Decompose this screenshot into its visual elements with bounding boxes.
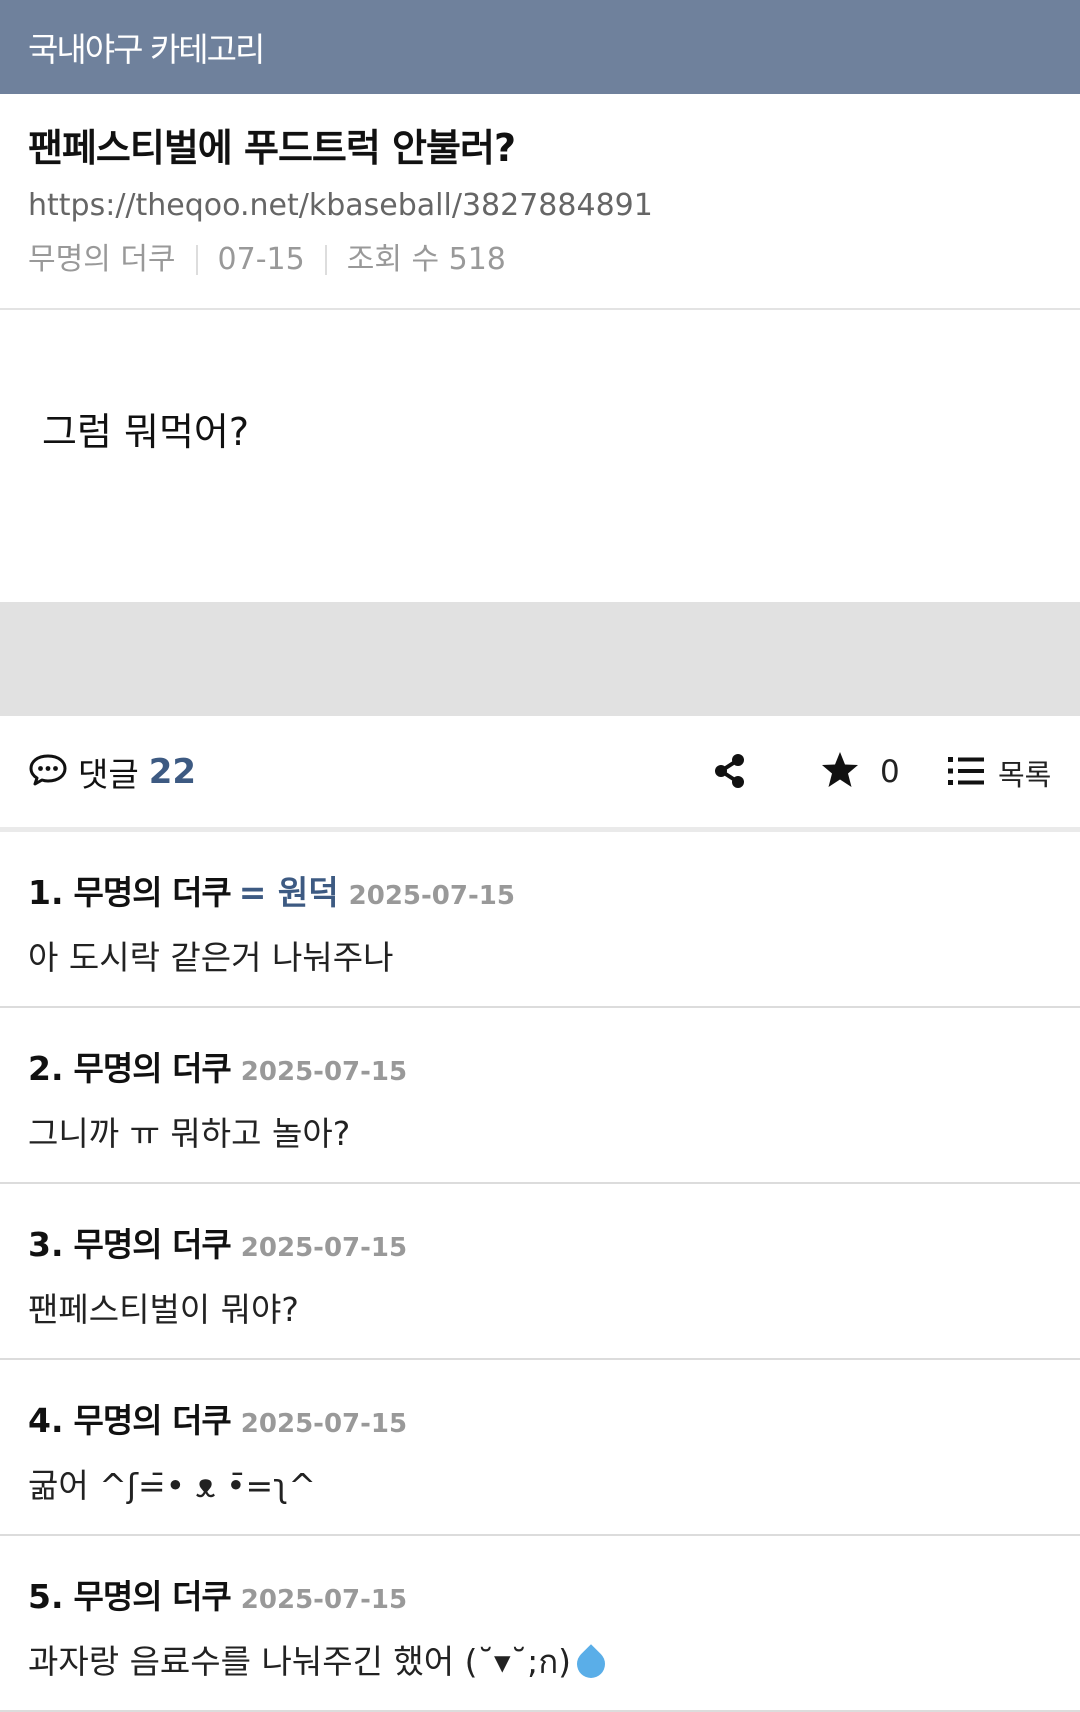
post-body-text: 그럼 뭐먹어? xyxy=(42,410,250,454)
post-date: 07-15 xyxy=(217,242,305,277)
comment-text: 과자랑 음료수를 나눠주긴 했어 (˘▾˘;ก) xyxy=(28,1642,572,1681)
list-icon xyxy=(948,755,984,791)
comment-item: 2. 무명의 더쿠 2025-07-15 그니까 ㅠ 뭐하고 놀아? xyxy=(0,1008,1080,1184)
post-meta: 무명의 더쿠 07-15 조회 수 518 xyxy=(28,240,1052,280)
comment-date: 2025-07-15 xyxy=(240,1057,408,1087)
comment-text-row: 과자랑 음료수를 나눠주긴 했어 (˘▾˘;ก) xyxy=(28,1640,1052,1684)
post-toolbar: 댓글 22 0 목록 xyxy=(0,716,1080,832)
comment-text: 그니까 ㅠ 뭐하고 놀아? xyxy=(28,1114,351,1153)
favorite-button[interactable]: 0 xyxy=(820,750,900,794)
comment-date: 2025-07-15 xyxy=(348,881,515,911)
comment-item: 3. 무명의 더쿠 2025-07-15 팬페스티벌이 뭐야? xyxy=(0,1184,1080,1360)
comments-counter[interactable]: 댓글 22 xyxy=(28,748,196,796)
comment-number: 4. xyxy=(28,1401,64,1440)
comment-date: 2025-07-15 xyxy=(240,1409,408,1439)
comment-text: 아 도시락 같은거 나눠주나 xyxy=(28,938,394,977)
comment-author: 무명의 더쿠 xyxy=(73,1225,232,1264)
category-title[interactable]: 국내야구 카테고리 xyxy=(28,23,265,71)
category-header[interactable]: 국내야구 카테고리 xyxy=(0,0,1080,94)
comment-author: 무명의 더쿠 xyxy=(73,1577,232,1616)
sweat-drop-icon xyxy=(571,1643,611,1684)
comments-label: 댓글 xyxy=(78,754,139,794)
ad-area xyxy=(0,602,1080,716)
comment-number: 1. xyxy=(28,873,64,912)
share-icon xyxy=(712,754,748,794)
star-icon xyxy=(820,750,860,794)
meta-divider xyxy=(195,245,198,275)
comment-author: 무명의 더쿠 xyxy=(73,873,232,912)
list-button[interactable]: 목록 xyxy=(948,752,1051,794)
favorite-count: 0 xyxy=(880,754,900,790)
comment-text: 굶어 ^ʃ=̄• ᴥ •̄=ʅ^ xyxy=(28,1466,317,1505)
comment-author: 무명의 더쿠 xyxy=(73,1401,232,1440)
comment-number: 5. xyxy=(28,1577,64,1616)
comment-item: 5. 무명의 더쿠 2025-07-15 과자랑 음료수를 나눠주긴 했어 (˘… xyxy=(0,1536,1080,1712)
post-views: 조회 수 518 xyxy=(346,242,506,277)
share-button[interactable] xyxy=(712,752,748,794)
comment-item: 4. 무명의 더쿠 2025-07-15 굶어 ^ʃ=̄• ᴥ •̄=ʅ^ xyxy=(0,1360,1080,1536)
comment-icon xyxy=(28,753,68,791)
post-author: 무명의 더쿠 xyxy=(28,242,176,277)
comment-date: 2025-07-15 xyxy=(240,1233,408,1263)
comments-count: 22 xyxy=(148,751,197,792)
post-header: 팬페스티벌에 푸드트럭 안불러? https://theqoo.net/kbas… xyxy=(0,94,1080,310)
post-url[interactable]: https://theqoo.net/kbaseball/3827884891 xyxy=(28,186,1052,226)
comment-item: 1. 무명의 더쿠 = 원덕 2025-07-15 아 도시락 같은거 나눠주나 xyxy=(0,832,1080,1008)
comment-number: 2. xyxy=(28,1049,64,1088)
original-poster-badge: = 원덕 xyxy=(238,873,339,912)
post-title: 팬페스티벌에 푸드트럭 안불러? xyxy=(28,126,516,170)
post-body: 그럼 뭐먹어? xyxy=(0,310,1080,602)
list-label: 목록 xyxy=(998,758,1052,792)
comment-author: 무명의 더쿠 xyxy=(73,1049,232,1088)
meta-divider xyxy=(324,245,327,275)
comment-date: 2025-07-15 xyxy=(240,1585,408,1615)
comment-number: 3. xyxy=(28,1225,64,1264)
comment-text: 팬페스티벌이 뭐야? xyxy=(28,1290,299,1329)
